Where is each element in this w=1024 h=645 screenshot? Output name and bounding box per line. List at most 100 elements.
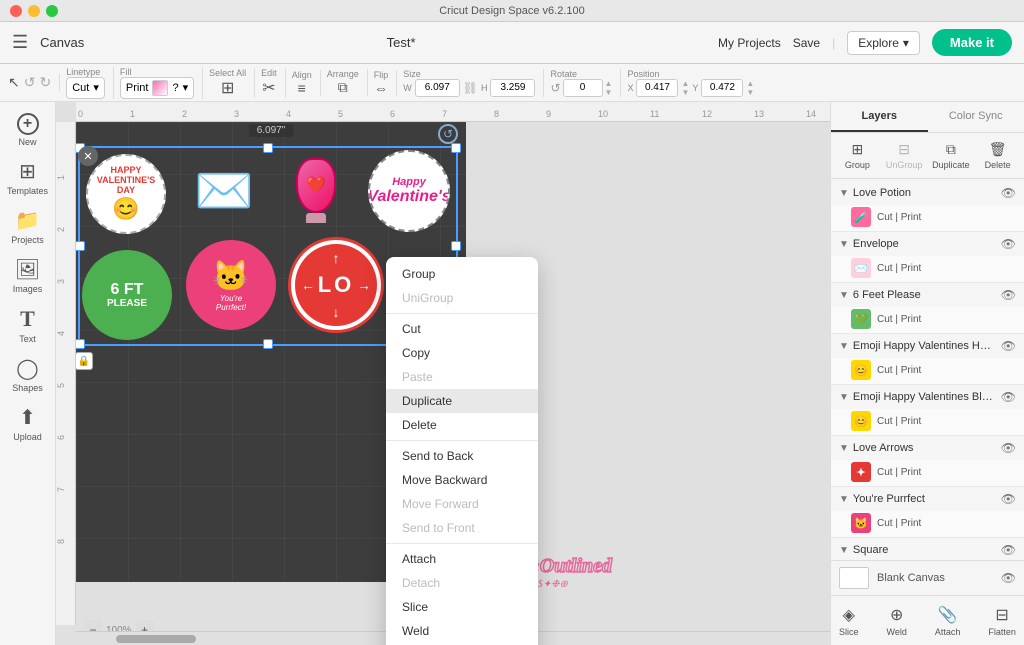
app-title: Cricut Design Space v6.2.100 — [439, 5, 585, 17]
six-feet-sticker: 6 FT PLEASE — [82, 250, 172, 340]
menu-group-item[interactable]: Group — [386, 262, 538, 286]
cat-sticker: 🐱 You'rePurrfect! — [186, 240, 276, 330]
linetype-group: Linetype Cut ▾ — [66, 67, 114, 99]
make-it-btn[interactable]: Make it — [932, 29, 1012, 56]
tab-layers[interactable]: Layers — [831, 102, 928, 132]
traffic-light-green[interactable] — [46, 5, 58, 17]
sidebar-item-shapes[interactable]: ◯ Shapes — [3, 351, 53, 398]
layer-envelope-header[interactable]: ▼ Envelope 👁 — [831, 232, 1024, 256]
sidebar-item-images[interactable]: 🖼 Images — [3, 252, 53, 299]
menu-detach-item[interactable]: Detach — [386, 571, 538, 595]
sidebar-item-text[interactable]: T Text — [3, 301, 53, 349]
layer-emoji-blush-eye[interactable]: 👁 — [1001, 390, 1016, 404]
context-menu: Group UniGroup Cut Copy Paste Duplicate … — [386, 257, 538, 645]
layer-youre-purrfect-header[interactable]: ▼ You're Purrfect 👁 — [831, 487, 1024, 511]
sidebar-new-label: New — [18, 137, 36, 147]
layer-emoji-happy-hea: ▼ Emoji Happy Valentines Hea... 👁 😊 Cut … — [831, 334, 1024, 385]
size-group: Size W ⛓ H — [403, 69, 544, 97]
layer-square: ▼ Square 👁 ■ Cut — [831, 538, 1024, 560]
close-canvas-btn[interactable]: ✕ — [78, 146, 98, 166]
layer-square-header[interactable]: ▼ Square 👁 — [831, 538, 1024, 560]
layer-6-feet-eye[interactable]: 👁 — [1001, 288, 1016, 302]
panel-delete-btn[interactable]: 🗑 Delete — [975, 138, 1020, 173]
menu-send-to-front-item[interactable]: Send to Front — [386, 516, 538, 540]
layer-square-eye[interactable]: 👁 — [1001, 543, 1016, 557]
weld-btn[interactable]: ⊕ Weld — [883, 602, 911, 640]
toolbar-icons: ↖ ↺ ↻ — [8, 74, 60, 91]
sidebar-projects-label: Projects — [11, 235, 44, 245]
linetype-select[interactable]: Cut ▾ — [66, 77, 105, 99]
sidebar-item-projects[interactable]: 📁 Projects — [3, 203, 53, 250]
dimension-label: 6.097" — [249, 124, 294, 137]
flatten-btn[interactable]: ⊟ Flatten — [984, 602, 1020, 640]
layer-youre-purrfect: ▼ You're Purrfect 👁 🐱 Cut | Print — [831, 487, 1024, 538]
slice-btn[interactable]: ◈ Slice — [835, 602, 863, 640]
tab-color-sync[interactable]: Color Sync — [928, 102, 1024, 132]
traffic-light-yellow[interactable] — [28, 5, 40, 17]
sidebar-item-templates[interactable]: ⊞ Templates — [3, 154, 53, 201]
menu-move-forward-item[interactable]: Move Forward — [386, 492, 538, 516]
redo-icon[interactable]: ↻ — [39, 74, 51, 91]
arrange-btn[interactable]: Arrange ⧉ — [327, 69, 368, 96]
layer-emoji-happy-hea-eye[interactable]: 👁 — [1001, 339, 1016, 353]
sidebar-item-new[interactable]: + New — [3, 108, 53, 152]
menu-duplicate-item[interactable]: Duplicate — [386, 389, 538, 413]
menu-paste-item[interactable]: Paste — [386, 365, 538, 389]
pointer-icon[interactable]: ↖ — [8, 74, 20, 91]
sidebar-upload-label: Upload — [13, 432, 42, 442]
save-btn[interactable]: Save — [793, 36, 820, 50]
height-input[interactable] — [490, 79, 535, 97]
align-btn[interactable]: Align ≡ — [292, 70, 321, 96]
valentine-circle-sticker: HappyValentine's — [368, 150, 450, 232]
panel-group-btn[interactable]: ⊞ Group — [835, 138, 880, 173]
layer-love-potion-eye[interactable]: 👁 — [1001, 186, 1016, 200]
position-group: Position X ▲ ▼ Y ▲ ▼ — [627, 69, 754, 97]
layer-emoji-happy-hea-header[interactable]: ▼ Emoji Happy Valentines Hea... 👁 — [831, 334, 1024, 358]
rotate-group: Rotate ↺ ▲ ▼ — [550, 69, 621, 97]
layer-6-feet-header[interactable]: ▼ 6 Feet Please 👁 — [831, 283, 1024, 307]
sidebar-templates-label: Templates — [7, 186, 48, 196]
blank-canvas-item[interactable]: Blank Canvas 👁 — [831, 560, 1024, 595]
love-arrows-sticker: LO ↑ ↓ ← → — [291, 240, 381, 330]
rotate-handle[interactable]: ↺ — [438, 124, 458, 144]
explore-btn[interactable]: Explore ▾ — [847, 31, 920, 55]
project-name: Test* — [387, 35, 416, 50]
chain-icon[interactable]: ⛓ — [463, 81, 478, 95]
panel-duplicate-btn[interactable]: ⧉ Duplicate — [929, 138, 974, 173]
x-input[interactable] — [636, 79, 678, 97]
menu-move-backward-item[interactable]: Move Backward — [386, 468, 538, 492]
menu-slice-item[interactable]: Slice — [386, 595, 538, 619]
select-all-btn[interactable]: Select All ⊞ — [209, 68, 255, 98]
traffic-light-red[interactable] — [10, 5, 22, 17]
layer-emoji-blush: ▼ Emoji Happy Valentines Blush 👁 😊 Cut |… — [831, 385, 1024, 436]
menu-attach-item[interactable]: Attach — [386, 547, 538, 571]
flip-btn[interactable]: Flip ⇔ — [374, 70, 398, 96]
layer-youre-purrfect-eye[interactable]: 👁 — [1001, 492, 1016, 506]
layer-love-arrows-header[interactable]: ▼ Love Arrows 👁 — [831, 436, 1024, 460]
rotate-input[interactable] — [563, 79, 603, 97]
panel-ungroup-btn[interactable]: ⊟ UnGroup — [882, 138, 927, 173]
width-input[interactable] — [415, 79, 460, 97]
attach-btn[interactable]: 📎 Attach — [931, 602, 965, 640]
my-projects-btn[interactable]: My Projects — [718, 36, 781, 50]
layer-love-arrows: ▼ Love Arrows 👁 ✦ Cut | Print — [831, 436, 1024, 487]
sidebar-text-label: Text — [19, 334, 36, 344]
layer-love-potion-header[interactable]: ▼ Love Potion 👁 — [831, 181, 1024, 205]
hamburger-btn[interactable]: ☰ — [12, 32, 28, 53]
layer-emoji-blush-header[interactable]: ▼ Emoji Happy Valentines Blush 👁 — [831, 385, 1024, 409]
menu-cut-item[interactable]: Cut — [386, 317, 538, 341]
menu-weld-item[interactable]: Weld — [386, 619, 538, 643]
y-input[interactable] — [701, 79, 743, 97]
sidebar-item-upload[interactable]: ⬆ Upload — [3, 400, 53, 447]
envelope-sticker: ✉️ — [184, 150, 264, 230]
menu-ungroup-item[interactable]: UniGroup — [386, 286, 538, 310]
layer-love-arrows-eye[interactable]: 👁 — [1001, 441, 1016, 455]
menu-copy-item[interactable]: Copy — [386, 341, 538, 365]
edit-btn[interactable]: Edit ✂ — [261, 68, 286, 98]
layer-6-feet: ▼ 6 Feet Please 👁 💚 Cut | Print — [831, 283, 1024, 334]
layer-envelope-eye[interactable]: 👁 — [1001, 237, 1016, 251]
menu-send-to-back-item[interactable]: Send to Back — [386, 444, 538, 468]
undo-icon[interactable]: ↺ — [24, 74, 36, 91]
fill-select[interactable]: Print ? ▾ — [120, 77, 194, 99]
menu-delete-item[interactable]: Delete — [386, 413, 538, 437]
